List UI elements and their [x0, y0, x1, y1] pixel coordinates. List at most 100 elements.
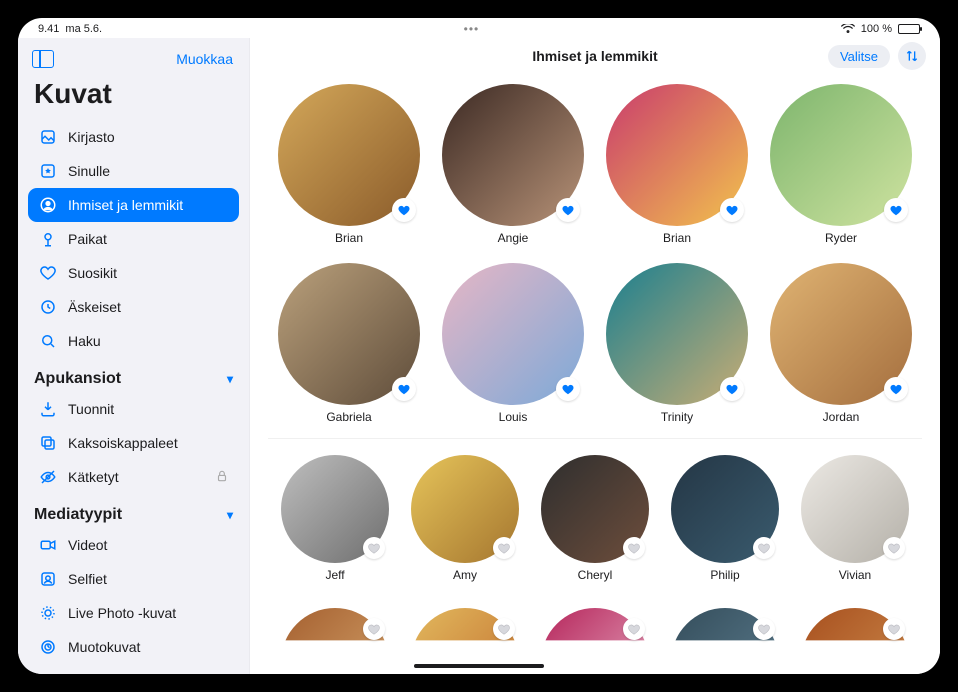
sidebar-item-favorites[interactable]: Suosikit [28, 256, 239, 290]
favorite-badge[interactable] [753, 537, 775, 559]
person-name: Vivian [839, 568, 871, 582]
person-tile[interactable] [668, 608, 782, 644]
favorite-badge[interactable] [623, 537, 645, 559]
home-indicator[interactable] [414, 664, 544, 668]
library-icon [38, 127, 58, 147]
status-date: ma 5.6. [65, 23, 102, 35]
sidebar-item-label: Videot [68, 537, 107, 553]
person-tile[interactable] [278, 608, 392, 644]
sidebar-item-people-pets[interactable]: Ihmiset ja lemmikit [28, 188, 239, 222]
person-name: Jordan [823, 410, 860, 424]
sidebar-toggle-icon[interactable] [32, 50, 54, 68]
person-tile[interactable] [538, 608, 652, 644]
livephoto-icon [38, 603, 58, 623]
person-tile[interactable]: Amy [408, 455, 522, 582]
sidebar-item-library[interactable]: Kirjasto [28, 120, 239, 154]
select-button[interactable]: Valitse [828, 45, 890, 68]
person-tile[interactable]: Brian [602, 84, 752, 245]
favorite-badge[interactable] [556, 377, 580, 401]
battery-icon [898, 24, 920, 34]
favorite-badge[interactable] [493, 618, 515, 640]
lock-icon [215, 469, 229, 486]
sidebar-item-label: Ihmiset ja lemmikit [68, 197, 183, 213]
favorite-badge[interactable] [884, 198, 908, 222]
section-label: Apukansiot [34, 370, 121, 388]
sidebar-item-portraits[interactable]: Muotokuvat [28, 630, 239, 664]
person-tile[interactable]: Vivian [798, 455, 912, 582]
person-name: Gabriela [326, 410, 371, 424]
sidebar-item-videos[interactable]: Videot [28, 528, 239, 562]
video-icon [38, 535, 58, 555]
sidebar-item-label: Kirjasto [68, 129, 115, 145]
person-name: Jeff [325, 568, 344, 582]
sidebar-item-label: Selfiet [68, 571, 107, 587]
status-bar: 9.41 ma 5.6. ••• 100 % [18, 18, 940, 38]
person-name: Cheryl [578, 568, 613, 582]
sidebar-item-places[interactable]: Paikat [28, 222, 239, 256]
sidebar-item-label: Live Photo -kuvat [68, 605, 176, 621]
favorite-badge[interactable] [720, 198, 744, 222]
section-utilities[interactable]: Apukansiot ▾ [28, 358, 239, 392]
sidebar-item-duplicates[interactable]: Kaksoiskappaleet [28, 426, 239, 460]
sidebar-item-foryou[interactable]: Sinulle [28, 154, 239, 188]
edit-button[interactable]: Muokkaa [176, 51, 233, 67]
person-name: Louis [499, 410, 528, 424]
person-tile[interactable]: Cheryl [538, 455, 652, 582]
sidebar-item-imports[interactable]: Tuonnit [28, 392, 239, 426]
favorite-badge[interactable] [363, 618, 385, 640]
sidebar-item-livephotos[interactable]: Live Photo -kuvat [28, 596, 239, 630]
people-grid-favorites: Brian Angie Brian Ryder Gabriela Louis Trinity… [250, 72, 940, 434]
person-tile[interactable]: Philip [668, 455, 782, 582]
chevron-down-icon: ▾ [227, 508, 233, 522]
section-media[interactable]: Mediatyypit ▾ [28, 494, 239, 528]
favorite-badge[interactable] [883, 537, 905, 559]
favorite-badge[interactable] [883, 618, 905, 640]
people-grid-overflow [250, 592, 940, 654]
sidebar-item-label: Sinulle [68, 163, 110, 179]
favorite-badge[interactable] [556, 198, 580, 222]
person-tile[interactable]: Trinity [602, 263, 752, 424]
favorite-badge[interactable] [753, 618, 775, 640]
favorite-badge[interactable] [392, 198, 416, 222]
multitask-indicator-icon[interactable]: ••• [464, 22, 480, 36]
hidden-icon [38, 467, 58, 487]
duplicates-icon [38, 433, 58, 453]
sidebar-item-hidden[interactable]: Kätketyt [28, 460, 239, 494]
person-tile[interactable]: Brian [274, 84, 424, 245]
favorite-badge[interactable] [392, 377, 416, 401]
page-title: Ihmiset ja lemmikit [532, 48, 657, 64]
heart-icon [38, 263, 58, 283]
favorite-badge[interactable] [884, 377, 908, 401]
person-name: Brian [335, 231, 363, 245]
wifi-icon [841, 24, 855, 34]
status-time: 9.41 [38, 23, 59, 35]
search-icon [38, 331, 58, 351]
clock-icon [38, 297, 58, 317]
person-tile[interactable]: Jeff [278, 455, 392, 582]
sidebar-item-recent[interactable]: Äskeiset [28, 290, 239, 324]
pin-icon [38, 229, 58, 249]
person-tile[interactable]: Angie [438, 84, 588, 245]
sidebar-item-label: Muotokuvat [68, 639, 140, 655]
person-name: Brian [663, 231, 691, 245]
battery-percent: 100 % [861, 23, 892, 35]
sidebar-item-selfies[interactable]: Selfiet [28, 562, 239, 596]
favorite-badge[interactable] [720, 377, 744, 401]
sidebar-item-label: Kätketyt [68, 469, 119, 485]
person-tile[interactable]: Gabriela [274, 263, 424, 424]
person-name: Trinity [661, 410, 693, 424]
favorite-badge[interactable] [623, 618, 645, 640]
person-name: Philip [710, 568, 739, 582]
person-tile[interactable] [408, 608, 522, 644]
person-tile[interactable]: Ryder [766, 84, 916, 245]
people-icon [38, 195, 58, 215]
selfie-icon [38, 569, 58, 589]
sidebar-item-search[interactable]: Haku [28, 324, 239, 358]
favorite-badge[interactable] [363, 537, 385, 559]
sort-button[interactable] [898, 42, 926, 70]
person-tile[interactable]: Louis [438, 263, 588, 424]
person-tile[interactable]: Jordan [766, 263, 916, 424]
chevron-down-icon: ▾ [227, 372, 233, 386]
favorite-badge[interactable] [493, 537, 515, 559]
person-tile[interactable] [798, 608, 912, 644]
